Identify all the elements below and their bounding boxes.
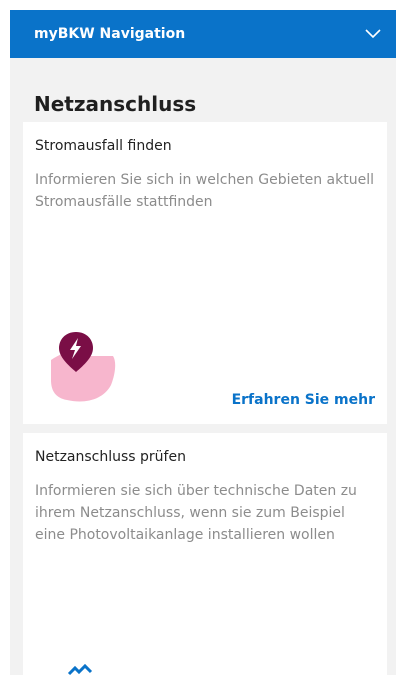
card-stromausfall[interactable]: Stromausfall finden Informieren Sie sich… xyxy=(23,122,387,424)
navigation-bar[interactable]: myBKW Navigation xyxy=(10,10,396,58)
navigation-title: myBKW Navigation xyxy=(34,26,186,42)
card-title: Netzanschluss prüfen xyxy=(35,449,186,465)
card-description: Informieren sie sich über technische Dat… xyxy=(35,483,357,543)
section-title: Netzanschluss xyxy=(34,92,197,116)
map-pin-lightning-icon xyxy=(45,330,125,410)
card-netzanschluss[interactable]: Netzanschluss prüfen Informieren sie sic… xyxy=(23,433,387,693)
card-title: Stromausfall finden xyxy=(35,138,172,154)
chevron-down-icon[interactable] xyxy=(363,24,383,44)
partial-illustration-icon xyxy=(67,661,97,680)
card-description: Informieren Sie sich in welchen Gebieten… xyxy=(35,172,374,210)
learn-more-link[interactable]: Erfahren Sie mehr xyxy=(232,392,375,408)
